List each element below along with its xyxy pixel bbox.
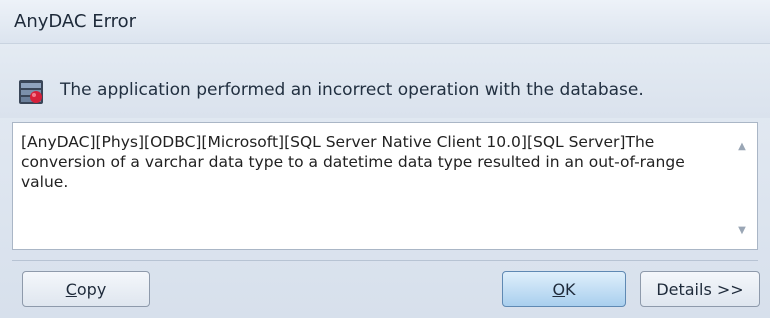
dialog-title: AnyDAC Error (14, 11, 137, 32)
scroll-up-arrow-icon[interactable]: ▲ (735, 141, 749, 152)
database-error-icon (18, 79, 44, 105)
error-details-textbox[interactable]: [AnyDAC][Phys][ODBC][Microsoft][SQL Serv… (12, 122, 758, 250)
ok-button-mnemonic: O (552, 279, 566, 299)
error-message: The application performed an incorrect o… (60, 80, 644, 100)
scroll-down-arrow-icon[interactable]: ▼ (735, 225, 749, 236)
title-bar: AnyDAC Error (0, 0, 770, 44)
message-row: The application performed an incorrect o… (0, 44, 770, 118)
divider (12, 260, 758, 261)
copy-button[interactable]: Copy (22, 271, 150, 307)
anydac-error-dialog: AnyDAC Error The application performed a… (0, 0, 770, 318)
error-details-text: [AnyDAC][Phys][ODBC][Microsoft][SQL Serv… (21, 133, 690, 191)
details-button-label: Details >> (656, 279, 744, 299)
ok-button[interactable]: OK (502, 271, 626, 307)
details-button[interactable]: Details >> (640, 271, 760, 307)
copy-button-label: opy (76, 279, 107, 299)
copy-button-mnemonic: C (65, 279, 77, 299)
ok-button-label: K (565, 279, 576, 299)
